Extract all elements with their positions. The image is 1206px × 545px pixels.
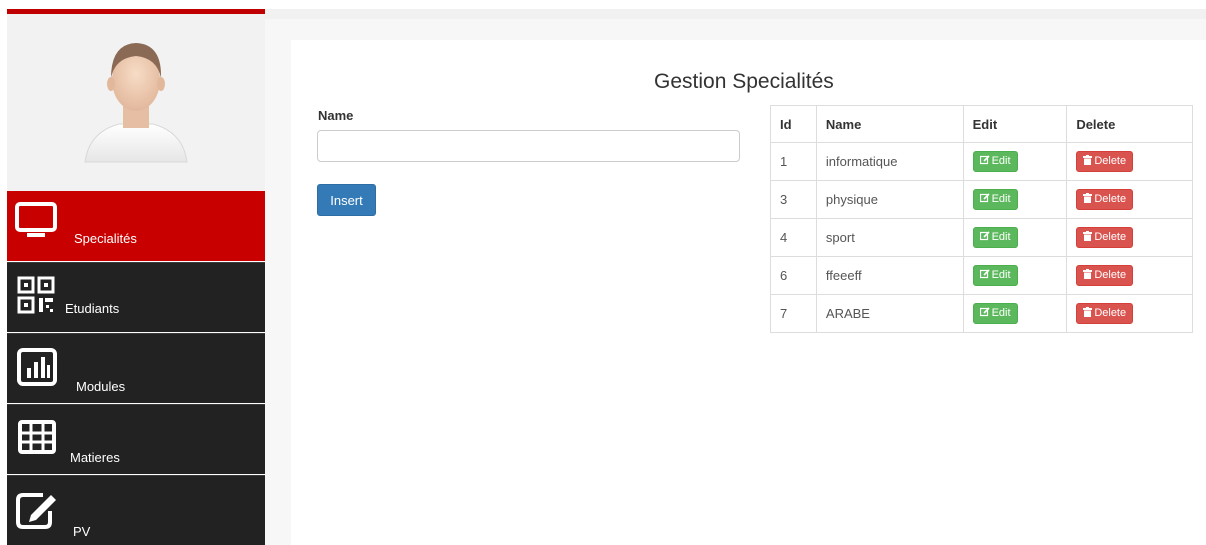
edit-button[interactable]: Edit — [972, 227, 1018, 248]
header-id: Id — [770, 105, 817, 143]
name-label: Name — [318, 108, 354, 123]
cell-delete: Delete — [1066, 218, 1193, 257]
cell-edit: Edit — [962, 218, 1068, 257]
specialites-table: Id Name Edit Delete 1 informatique Edit Del… — [770, 105, 1193, 333]
sidebar-item-label: Modules — [76, 379, 126, 394]
header-delete: Delete — [1066, 105, 1193, 143]
table-row: 7 ARABE Edit Delete — [770, 294, 1193, 333]
edit-button[interactable]: Edit — [972, 265, 1018, 286]
delete-button[interactable]: Delete — [1076, 227, 1134, 248]
cell-edit: Edit — [962, 256, 1068, 295]
cell-edit: Edit — [962, 294, 1068, 333]
user-avatar-icon — [84, 43, 188, 163]
sidebar-item-label: Etudiants — [65, 301, 120, 316]
cell-id: 3 — [770, 180, 817, 219]
grid-table-icon — [18, 420, 56, 454]
table-row: 1 informatique Edit Delete — [770, 142, 1193, 181]
edit-button[interactable]: Edit — [972, 303, 1018, 324]
insert-button[interactable]: Insert — [317, 184, 376, 216]
edit-icon — [979, 155, 990, 165]
delete-button-label: Delete — [1094, 155, 1127, 167]
edit-button[interactable]: Edit — [972, 189, 1018, 210]
delete-button[interactable]: Delete — [1076, 265, 1134, 286]
cell-delete: Delete — [1066, 294, 1193, 333]
cell-edit: Edit — [962, 180, 1068, 219]
delete-button[interactable]: Delete — [1076, 189, 1134, 210]
header-edit: Edit — [962, 105, 1068, 143]
table-row: 4 sport Edit Delete — [770, 218, 1193, 257]
sidebar-item-matieres[interactable]: Matieres — [7, 404, 265, 474]
header-name: Name — [815, 105, 964, 143]
edit-icon — [979, 193, 990, 203]
name-input[interactable] — [317, 130, 740, 162]
edit-icon — [979, 307, 990, 317]
cell-id: 6 — [770, 256, 817, 295]
cell-delete: Delete — [1066, 256, 1193, 295]
trash-icon — [1083, 231, 1093, 241]
page-title: Gestion Specialités — [654, 70, 834, 93]
table-header-row: Id Name Edit Delete — [770, 105, 1193, 143]
delete-button-label: Delete — [1094, 307, 1127, 319]
cell-edit: Edit — [962, 142, 1068, 181]
cell-name: ARABE — [815, 294, 964, 333]
cell-delete: Delete — [1066, 142, 1193, 181]
edit-button-label: Edit — [991, 155, 1011, 167]
cell-delete: Delete — [1066, 180, 1193, 219]
sidebar-item-label: Specialités — [74, 231, 137, 246]
delete-button-label: Delete — [1094, 231, 1127, 243]
sidebar-item-etudiants[interactable]: Etudiants — [7, 262, 265, 332]
sidebar-item-pv[interactable]: PV — [7, 475, 265, 545]
delete-button[interactable]: Delete — [1076, 151, 1134, 172]
bar-chart-icon — [17, 348, 57, 386]
cell-id: 7 — [770, 294, 817, 333]
sidebar-item-specialites[interactable]: Specialités — [7, 191, 265, 261]
trash-icon — [1083, 155, 1093, 165]
qr-code-icon — [17, 276, 55, 314]
monitor-icon — [15, 202, 57, 237]
edit-icon — [979, 269, 990, 279]
cell-name: informatique — [815, 142, 964, 181]
edit-button[interactable]: Edit — [972, 151, 1018, 172]
trash-icon — [1083, 193, 1093, 203]
edit-icon — [979, 231, 990, 241]
edit-button-label: Edit — [991, 193, 1011, 205]
trash-icon — [1083, 269, 1093, 279]
cell-name: sport — [815, 218, 964, 257]
delete-button-label: Delete — [1094, 269, 1127, 281]
top-bar — [265, 9, 1206, 19]
table-row: 6 ffeeeff Edit Delete — [770, 256, 1193, 295]
sidebar: Specialités Etudiants Modules Matieres P… — [7, 14, 265, 545]
sidebar-item-label: Matieres — [70, 450, 120, 465]
cell-name: physique — [815, 180, 964, 219]
cell-id: 4 — [770, 218, 817, 257]
sidebar-item-modules[interactable]: Modules — [7, 333, 265, 403]
cell-id: 1 — [770, 142, 817, 181]
edit-button-label: Edit — [991, 269, 1011, 281]
table-row: 3 physique Edit Delete — [770, 180, 1193, 219]
edit-button-label: Edit — [991, 307, 1011, 319]
trash-icon — [1083, 307, 1093, 317]
edit-button-label: Edit — [991, 231, 1011, 243]
cell-name: ffeeeff — [815, 256, 964, 295]
avatar-panel — [7, 14, 265, 191]
delete-button[interactable]: Delete — [1076, 303, 1134, 324]
sidebar-item-label: PV — [73, 524, 91, 539]
edit-square-icon — [16, 493, 56, 529]
delete-button-label: Delete — [1094, 193, 1127, 205]
